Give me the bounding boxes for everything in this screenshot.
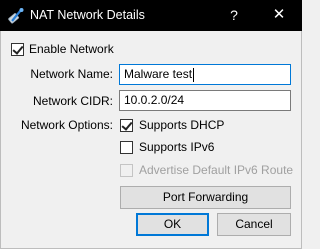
network-name-input[interactable]: Malware test <box>119 64 291 85</box>
supports-dhcp-label[interactable]: Supports DHCP <box>139 118 224 132</box>
network-cidr-value: 10.0.2.0/24 <box>124 93 185 107</box>
ok-button[interactable]: OK <box>136 213 209 236</box>
window-title: NAT Network Details <box>30 8 145 22</box>
supports-ipv6-checkbox[interactable] <box>120 141 133 154</box>
help-button[interactable]: ? <box>224 5 244 25</box>
supports-ipv6-label[interactable]: Supports IPv6 <box>139 140 214 154</box>
network-cidr-label: Network CIDR: <box>32 94 113 108</box>
cancel-button[interactable]: Cancel <box>217 213 291 236</box>
network-name-value: Malware test <box>124 67 193 81</box>
network-name-label: Network Name: <box>30 67 113 81</box>
network-options-label: Network Options: <box>20 118 113 132</box>
supports-dhcp-checkbox[interactable] <box>120 119 133 132</box>
title-bar: NAT Network Details ? ✕ <box>0 0 302 31</box>
app-icon <box>8 7 25 24</box>
enable-network-checkbox[interactable] <box>11 43 24 56</box>
close-button[interactable]: ✕ <box>268 5 290 25</box>
advertise-ipv6-route-checkbox <box>120 164 133 177</box>
text-caret <box>193 67 195 82</box>
enable-network-label[interactable]: Enable Network <box>29 42 114 56</box>
advertise-ipv6-route-label: Advertise Default IPv6 Route <box>139 163 294 177</box>
network-cidr-input[interactable]: 10.0.2.0/24 <box>119 90 291 111</box>
port-forwarding-button[interactable]: Port Forwarding <box>120 186 291 209</box>
